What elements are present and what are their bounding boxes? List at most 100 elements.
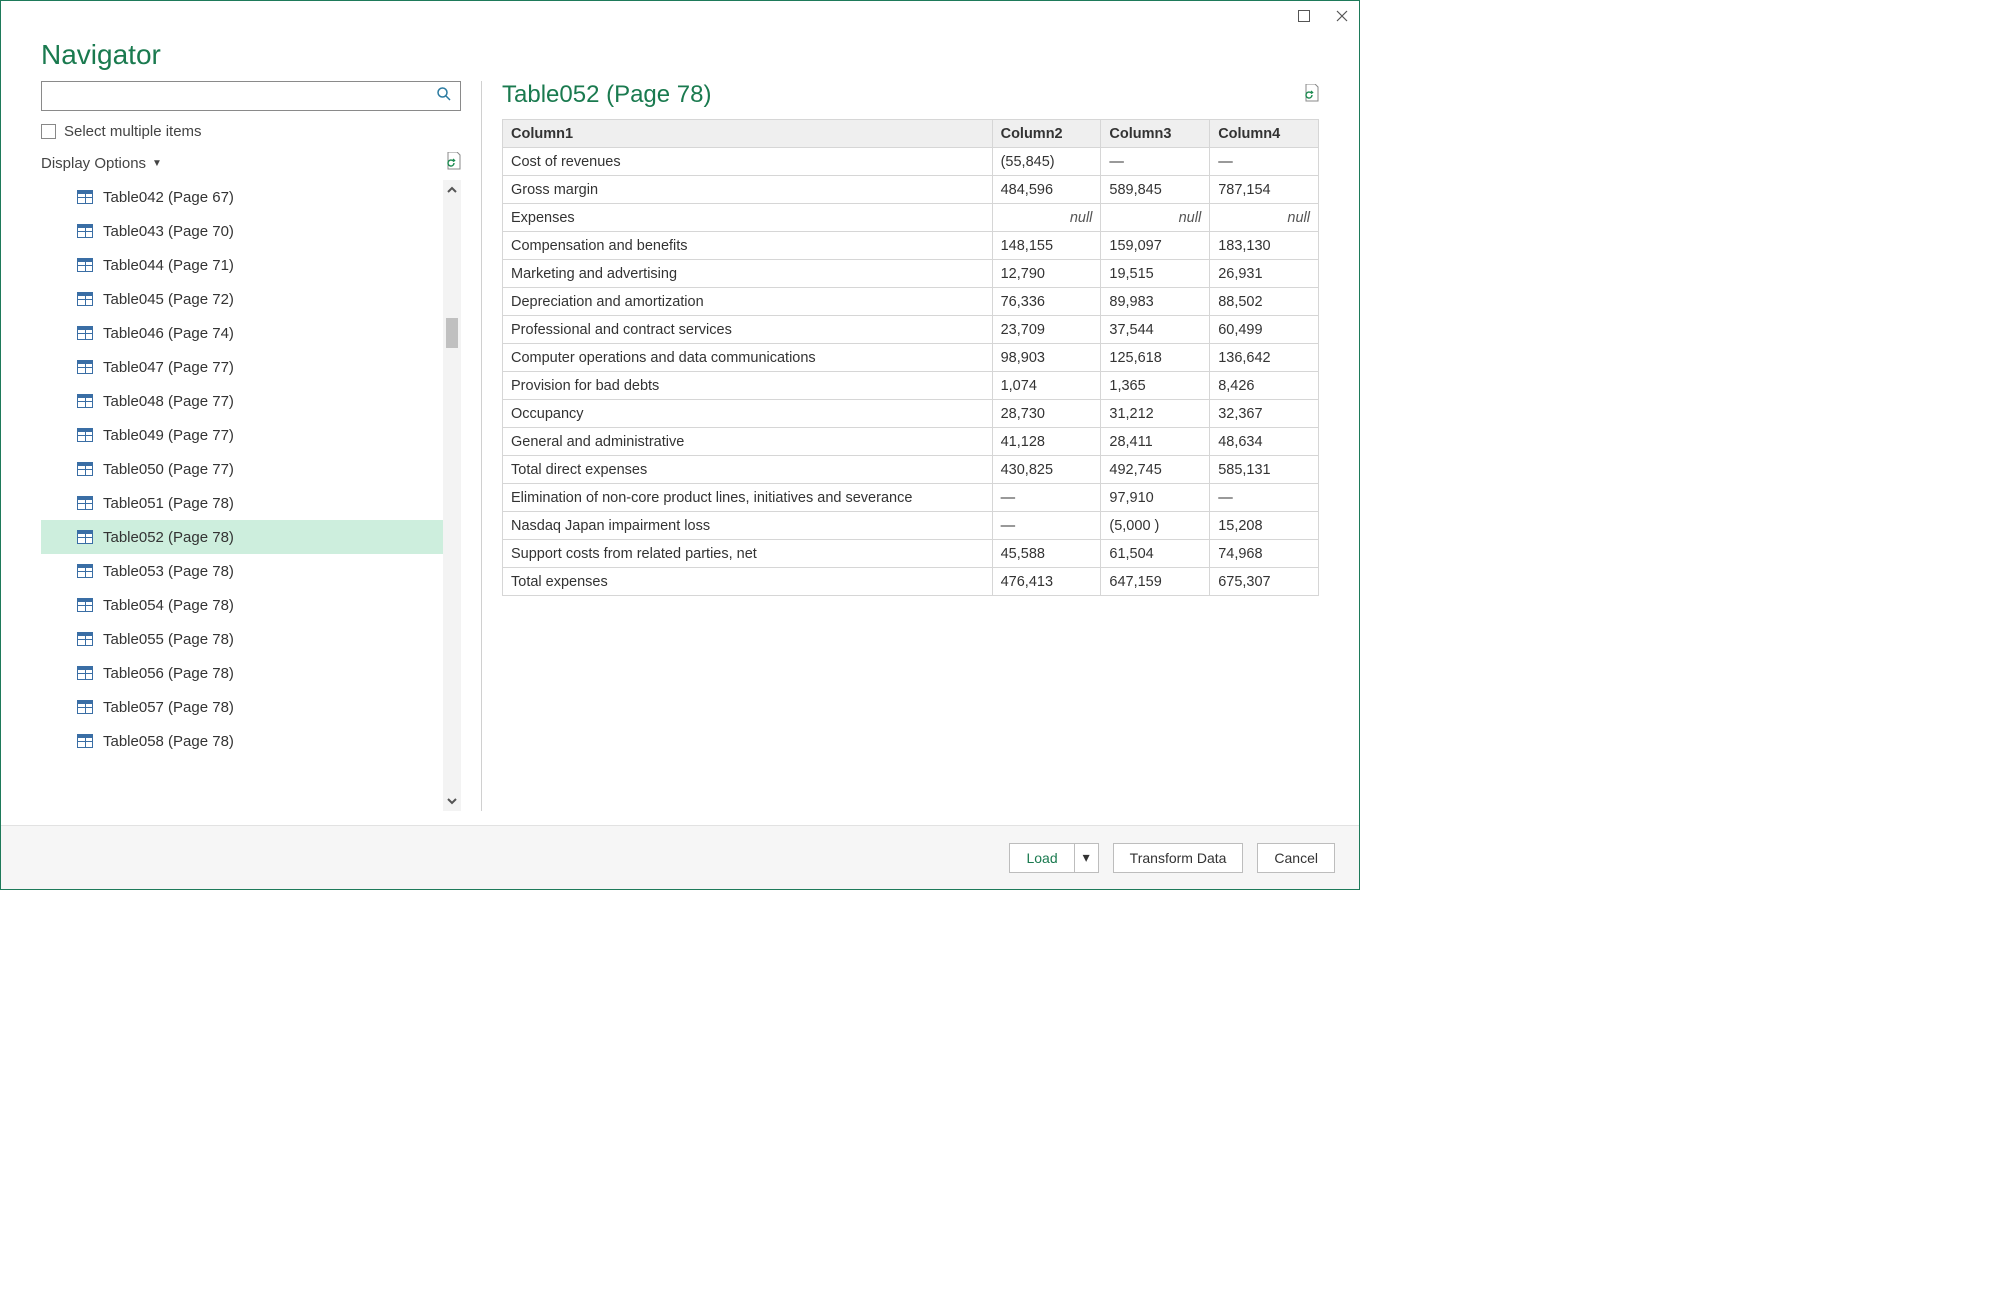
table-cell[interactable]: 136,642 [1210, 344, 1319, 372]
table-cell[interactable]: 76,336 [992, 288, 1101, 316]
table-cell[interactable]: 675,307 [1210, 568, 1319, 596]
column-header[interactable]: Column4 [1210, 120, 1319, 148]
table-cell[interactable]: 1,365 [1101, 372, 1210, 400]
table-cell[interactable]: 60,499 [1210, 316, 1319, 344]
table-cell[interactable]: General and administrative [503, 428, 993, 456]
table-row[interactable]: Gross margin484,596589,845787,154 [503, 176, 1319, 204]
table-cell[interactable]: 12,790 [992, 260, 1101, 288]
table-cell[interactable]: 430,825 [992, 456, 1101, 484]
table-cell[interactable]: — [992, 484, 1101, 512]
table-cell[interactable]: 97,910 [1101, 484, 1210, 512]
refresh-button[interactable] [445, 152, 461, 174]
table-cell[interactable]: 8,426 [1210, 372, 1319, 400]
table-row[interactable]: Cost of revenues(55,845)—— [503, 148, 1319, 176]
table-cell[interactable]: null [992, 204, 1101, 232]
table-row[interactable]: Expensesnullnullnull [503, 204, 1319, 232]
table-cell[interactable]: Professional and contract services [503, 316, 993, 344]
tree-item[interactable]: Table044 (Page 71) [41, 248, 443, 282]
table-cell[interactable]: Total expenses [503, 568, 993, 596]
table-row[interactable]: Support costs from related parties, net4… [503, 540, 1319, 568]
table-cell[interactable]: 585,131 [1210, 456, 1319, 484]
table-row[interactable]: Total direct expenses430,825492,745585,1… [503, 456, 1319, 484]
scroll-track[interactable] [443, 200, 461, 791]
table-row[interactable]: Elimination of non-core product lines, i… [503, 484, 1319, 512]
tree-item[interactable]: Table054 (Page 78) [41, 588, 443, 622]
table-cell[interactable]: 647,159 [1101, 568, 1210, 596]
table-cell[interactable]: null [1101, 204, 1210, 232]
table-cell[interactable]: 89,983 [1101, 288, 1210, 316]
table-cell[interactable]: 31,212 [1101, 400, 1210, 428]
table-row[interactable]: Marketing and advertising12,79019,51526,… [503, 260, 1319, 288]
table-cell[interactable]: null [1210, 204, 1319, 232]
table-row[interactable]: Nasdaq Japan impairment loss—(5,000 )15,… [503, 512, 1319, 540]
table-cell[interactable]: 41,128 [992, 428, 1101, 456]
table-cell[interactable]: 74,968 [1210, 540, 1319, 568]
load-button[interactable]: Load [1009, 843, 1073, 873]
table-cell[interactable]: 45,588 [992, 540, 1101, 568]
tree-item[interactable]: Table051 (Page 78) [41, 486, 443, 520]
table-row[interactable]: Total expenses476,413647,159675,307 [503, 568, 1319, 596]
table-cell[interactable]: 37,544 [1101, 316, 1210, 344]
tree-scrollbar[interactable] [443, 180, 461, 811]
scroll-thumb[interactable] [446, 318, 458, 348]
table-cell[interactable]: (55,845) [992, 148, 1101, 176]
search-input[interactable] [42, 84, 428, 108]
tree-item[interactable]: Table053 (Page 78) [41, 554, 443, 588]
table-cell[interactable]: 492,745 [1101, 456, 1210, 484]
load-dropdown-button[interactable]: ▾ [1074, 843, 1099, 873]
tree-item[interactable]: Table042 (Page 67) [41, 180, 443, 214]
transform-data-button[interactable]: Transform Data [1113, 843, 1244, 873]
tree-item[interactable]: Table045 (Page 72) [41, 282, 443, 316]
table-cell[interactable]: Total direct expenses [503, 456, 993, 484]
table-cell[interactable]: Compensation and benefits [503, 232, 993, 260]
table-cell[interactable]: 19,515 [1101, 260, 1210, 288]
table-cell[interactable]: 15,208 [1210, 512, 1319, 540]
scroll-up-button[interactable] [443, 180, 461, 200]
table-row[interactable]: General and administrative41,12828,41148… [503, 428, 1319, 456]
table-cell[interactable]: (5,000 ) [1101, 512, 1210, 540]
table-cell[interactable]: 32,367 [1210, 400, 1319, 428]
tree-item[interactable]: Table049 (Page 77) [41, 418, 443, 452]
table-cell[interactable]: 28,730 [992, 400, 1101, 428]
close-button[interactable] [1333, 7, 1351, 25]
table-cell[interactable]: 26,931 [1210, 260, 1319, 288]
cancel-button[interactable]: Cancel [1257, 843, 1335, 873]
tree-item[interactable]: Table058 (Page 78) [41, 724, 443, 758]
scroll-down-button[interactable] [443, 791, 461, 811]
table-cell[interactable]: 1,074 [992, 372, 1101, 400]
display-options-button[interactable]: Display Options ▼ [41, 155, 162, 172]
tree-item[interactable]: Table055 (Page 78) [41, 622, 443, 656]
table-cell[interactable]: — [1101, 148, 1210, 176]
table-cell[interactable]: — [992, 512, 1101, 540]
table-cell[interactable]: 183,130 [1210, 232, 1319, 260]
table-cell[interactable]: Gross margin [503, 176, 993, 204]
table-cell[interactable]: 484,596 [992, 176, 1101, 204]
table-row[interactable]: Depreciation and amortization76,33689,98… [503, 288, 1319, 316]
table-cell[interactable]: 48,634 [1210, 428, 1319, 456]
table-cell[interactable]: Support costs from related parties, net [503, 540, 993, 568]
table-cell[interactable]: Cost of revenues [503, 148, 993, 176]
tree-item[interactable]: Table057 (Page 78) [41, 690, 443, 724]
table-cell[interactable]: 476,413 [992, 568, 1101, 596]
preview-refresh-button[interactable] [1303, 84, 1319, 106]
maximize-button[interactable] [1295, 7, 1313, 25]
table-row[interactable]: Provision for bad debts1,0741,3658,426 [503, 372, 1319, 400]
search-box[interactable] [41, 81, 461, 111]
table-cell[interactable]: 61,504 [1101, 540, 1210, 568]
table-row[interactable]: Computer operations and data communicati… [503, 344, 1319, 372]
table-cell[interactable]: Marketing and advertising [503, 260, 993, 288]
table-row[interactable]: Professional and contract services23,709… [503, 316, 1319, 344]
tree-item[interactable]: Table052 (Page 78) [41, 520, 443, 554]
tree-item[interactable]: Table046 (Page 74) [41, 316, 443, 350]
table-cell[interactable]: Expenses [503, 204, 993, 232]
column-header[interactable]: Column3 [1101, 120, 1210, 148]
table-row[interactable]: Compensation and benefits148,155159,0971… [503, 232, 1319, 260]
navigator-tree[interactable]: Table042 (Page 67)Table043 (Page 70)Tabl… [41, 180, 443, 811]
tree-item[interactable]: Table043 (Page 70) [41, 214, 443, 248]
table-cell[interactable]: 28,411 [1101, 428, 1210, 456]
table-cell[interactable]: 98,903 [992, 344, 1101, 372]
table-cell[interactable]: 148,155 [992, 232, 1101, 260]
tree-item[interactable]: Table050 (Page 77) [41, 452, 443, 486]
table-cell[interactable]: Computer operations and data communicati… [503, 344, 993, 372]
tree-item[interactable]: Table047 (Page 77) [41, 350, 443, 384]
